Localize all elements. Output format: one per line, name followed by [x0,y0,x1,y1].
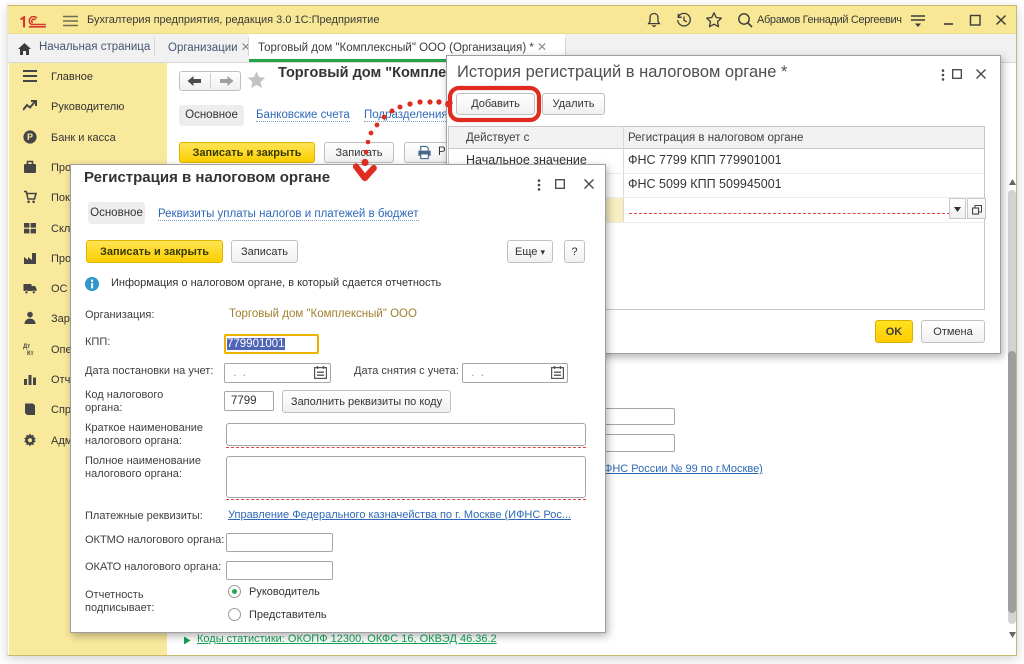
svg-text:P: P [27,132,33,142]
svg-text:Дт: Дт [23,344,30,350]
svg-text:Кт: Кт [27,351,34,357]
